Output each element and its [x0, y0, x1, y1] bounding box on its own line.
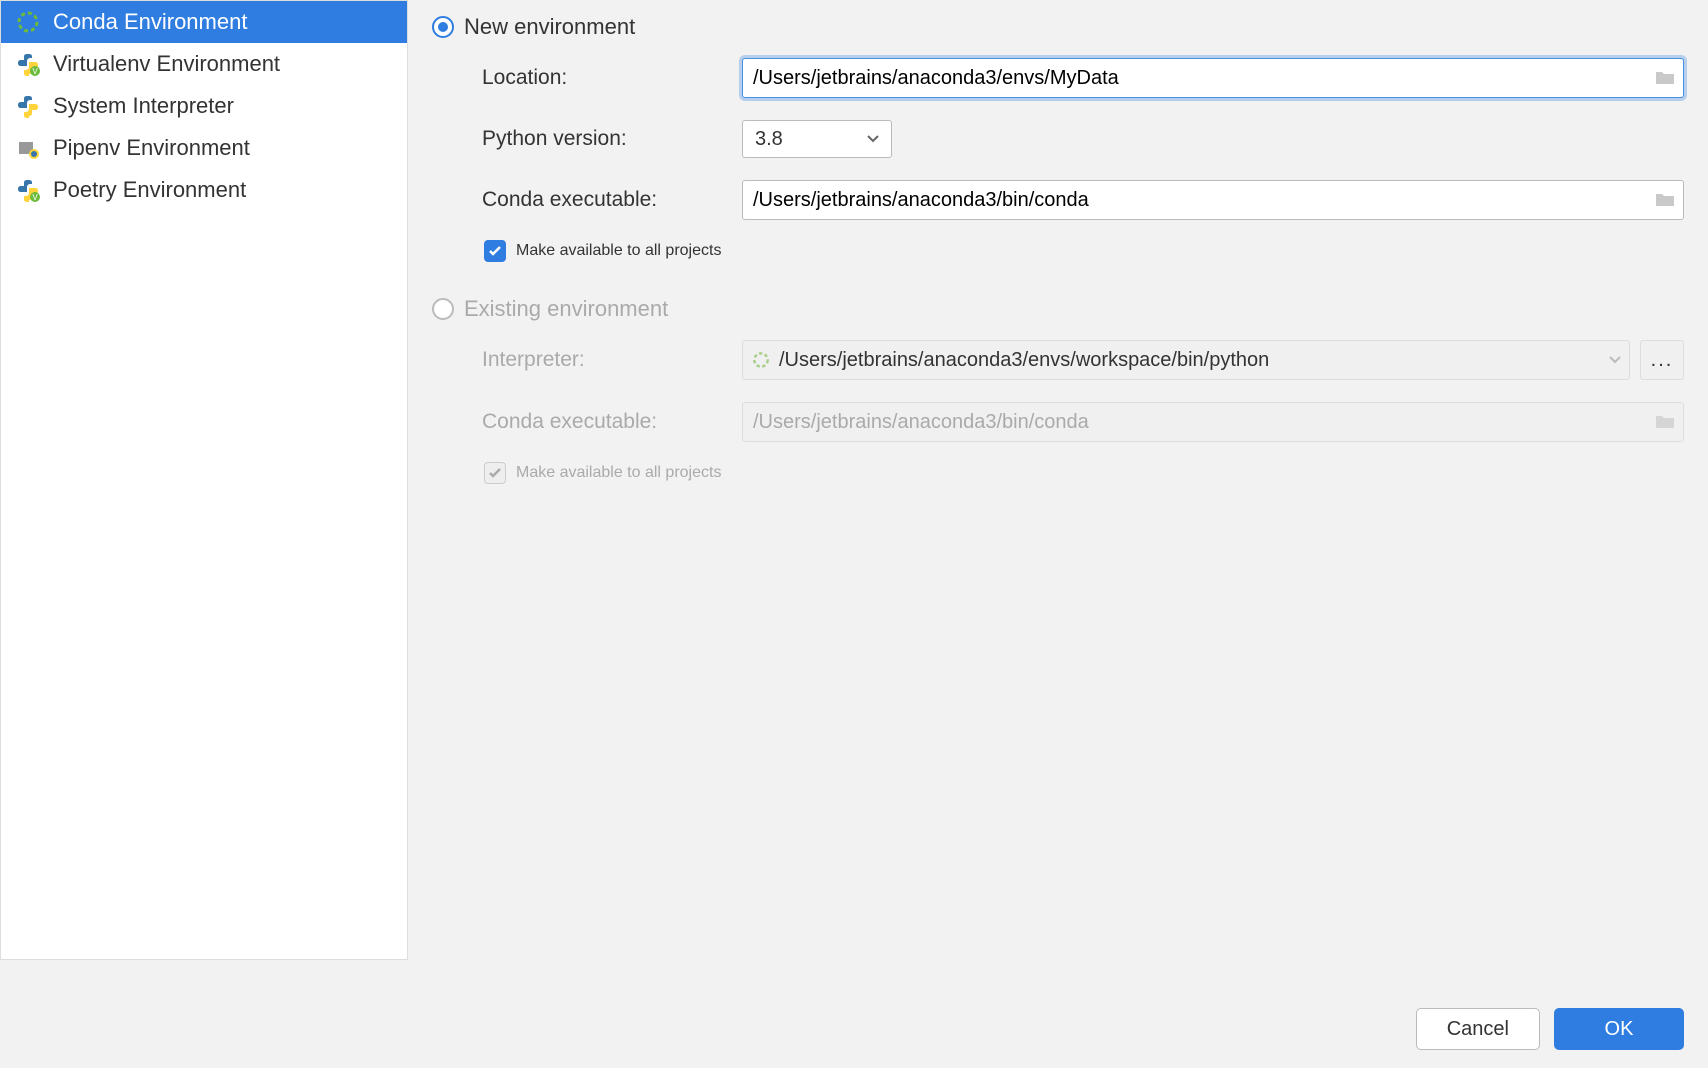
interpreter-browse-button[interactable]: ...	[1640, 340, 1684, 380]
location-input[interactable]	[743, 61, 1647, 96]
location-input-wrap	[742, 58, 1684, 98]
python-version-value: 3.8	[755, 128, 783, 151]
conda-exec-label: Conda executable:	[482, 188, 742, 212]
existing-make-available-label: Make available to all projects	[516, 464, 721, 482]
browse-conda-exec-button[interactable]	[1647, 181, 1683, 219]
conda-icon	[751, 350, 771, 370]
sidebar-item-label: System Interpreter	[53, 93, 234, 119]
svg-text:V: V	[32, 193, 38, 202]
ok-button[interactable]: OK	[1554, 1008, 1684, 1050]
conda-exec-input-wrap	[742, 180, 1684, 220]
radio-existing-environment[interactable]: Existing environment	[432, 296, 1684, 322]
existing-conda-exec-label: Conda executable:	[482, 410, 742, 434]
chevron-down-icon	[1609, 356, 1621, 364]
python-venv-icon: V	[15, 51, 41, 77]
interpreter-label: Interpreter:	[482, 348, 742, 372]
main-panel: New environment Location: Python version…	[408, 0, 1708, 1068]
sidebar-item-label: Poetry Environment	[53, 177, 246, 203]
radio-unchecked-icon	[432, 298, 454, 320]
radio-label: Existing environment	[464, 296, 668, 322]
cancel-button[interactable]: Cancel	[1416, 1008, 1540, 1050]
python-icon	[15, 93, 41, 119]
existing-conda-exec-input-wrap	[742, 402, 1684, 442]
radio-checked-icon	[432, 16, 454, 38]
svg-text:V: V	[32, 67, 38, 76]
radio-new-environment[interactable]: New environment	[432, 14, 1684, 40]
dialog-root: Conda Environment V Virtualenv Environme…	[0, 0, 1708, 1068]
sidebar-item-label: Virtualenv Environment	[53, 51, 280, 77]
new-env-fields: Location: Python version: 3.8 Conda exec…	[432, 58, 1684, 262]
sidebar-item-label: Pipenv Environment	[53, 135, 250, 161]
make-available-checkbox-row[interactable]: Make available to all projects	[482, 240, 1684, 262]
sidebar-item-conda[interactable]: Conda Environment	[1, 1, 407, 43]
existing-make-available-checkbox-row[interactable]: Make available to all projects	[482, 462, 1684, 484]
existing-env-fields: Interpreter: /Users/jetbrains/anaconda3/…	[432, 340, 1684, 484]
sidebar-item-pipenv[interactable]: Pipenv Environment	[1, 127, 407, 169]
interpreter-value: /Users/jetbrains/anaconda3/envs/workspac…	[779, 349, 1269, 372]
python-version-label: Python version:	[482, 127, 742, 151]
chevron-down-icon	[867, 135, 879, 143]
browse-existing-conda-exec-button[interactable]	[1647, 403, 1683, 441]
checkbox-disabled-checked-icon	[484, 462, 506, 484]
location-label: Location:	[482, 66, 742, 90]
sidebar-item-virtualenv[interactable]: V Virtualenv Environment	[1, 43, 407, 85]
sidebar-item-poetry[interactable]: V Poetry Environment	[1, 169, 407, 211]
browse-location-button[interactable]	[1647, 59, 1683, 97]
sidebar-item-label: Conda Environment	[53, 9, 247, 35]
existing-conda-exec-input[interactable]	[743, 405, 1647, 440]
conda-icon	[15, 9, 41, 35]
pipenv-icon	[15, 135, 41, 161]
dialog-footer: Cancel OK	[1416, 1008, 1684, 1050]
sidebar-item-system-interpreter[interactable]: System Interpreter	[1, 85, 407, 127]
python-version-select[interactable]: 3.8	[742, 120, 892, 158]
environment-type-sidebar: Conda Environment V Virtualenv Environme…	[0, 0, 408, 960]
make-available-label: Make available to all projects	[516, 242, 721, 260]
radio-label: New environment	[464, 14, 635, 40]
interpreter-select[interactable]: /Users/jetbrains/anaconda3/envs/workspac…	[742, 340, 1630, 380]
python-venv-icon: V	[15, 177, 41, 203]
checkbox-checked-icon	[484, 240, 506, 262]
conda-exec-input[interactable]	[743, 183, 1647, 218]
